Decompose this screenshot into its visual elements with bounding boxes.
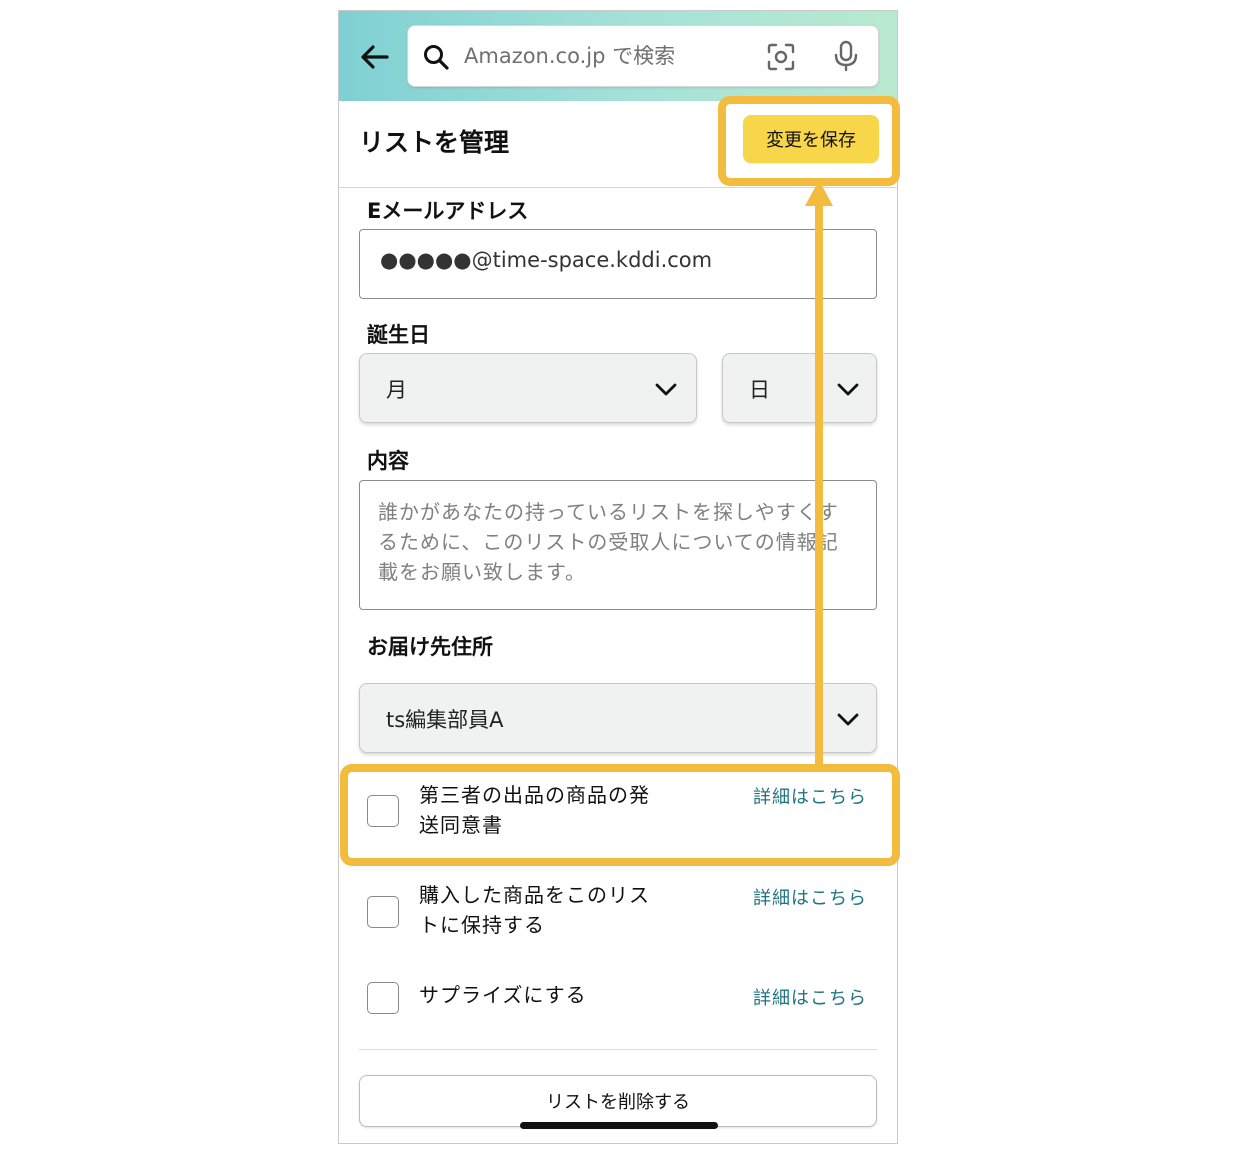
- description-placeholder: 誰かがあなたの持っているリストを探しやすくするために、このリストの受取人について…: [378, 500, 839, 584]
- top-header: [339, 11, 897, 101]
- home-indicator: [520, 1122, 718, 1129]
- search-bar[interactable]: [407, 25, 879, 87]
- day-value: 日: [749, 378, 770, 402]
- description-label: 内容: [367, 449, 409, 473]
- checkbox-surprise[interactable]: [367, 982, 399, 1014]
- chevron-down-icon: [655, 383, 677, 396]
- address-label: お届け先住所: [367, 635, 493, 659]
- email-value: ●●●●●@time-space.kddi.com: [380, 248, 713, 272]
- consent-option-highlight: [340, 764, 900, 866]
- annotation-arrow-line: [815, 205, 823, 769]
- mic-icon[interactable]: [832, 40, 860, 72]
- birthday-label: 誕生日: [367, 323, 430, 347]
- search-input[interactable]: [462, 38, 756, 74]
- page-title: リストを管理: [359, 128, 510, 157]
- description-textarea[interactable]: 誰かがあなたの持っているリストを探しやすくするために、このリストの受取人について…: [359, 480, 877, 610]
- option-label: サプライズにする: [419, 983, 587, 1007]
- back-arrow-icon[interactable]: [357, 39, 393, 75]
- email-field[interactable]: ●●●●●@time-space.kddi.com: [359, 229, 877, 299]
- search-icon: [424, 45, 449, 70]
- chevron-down-icon: [837, 713, 859, 726]
- annotation-arrow-head: [805, 180, 833, 206]
- option-label: 購入した商品をこのリストに保持する: [419, 883, 650, 937]
- address-value: ts編集部員A: [386, 708, 504, 732]
- email-label: Eメールアドレス: [367, 199, 529, 223]
- delete-list-button[interactable]: リストを削除する: [359, 1075, 877, 1127]
- address-select[interactable]: ts編集部員A: [359, 683, 877, 753]
- day-select[interactable]: 日: [722, 353, 877, 423]
- month-value: 月: [386, 378, 407, 402]
- chevron-down-icon: [837, 383, 859, 396]
- divider: [359, 1049, 877, 1050]
- save-button-highlight: [718, 96, 900, 186]
- camera-icon[interactable]: [766, 42, 796, 72]
- details-link[interactable]: 詳細はこちら: [753, 984, 867, 1010]
- month-select[interactable]: 月: [359, 353, 697, 423]
- checkbox-keep-purchased[interactable]: [367, 896, 399, 928]
- details-link[interactable]: 詳細はこちら: [753, 884, 867, 910]
